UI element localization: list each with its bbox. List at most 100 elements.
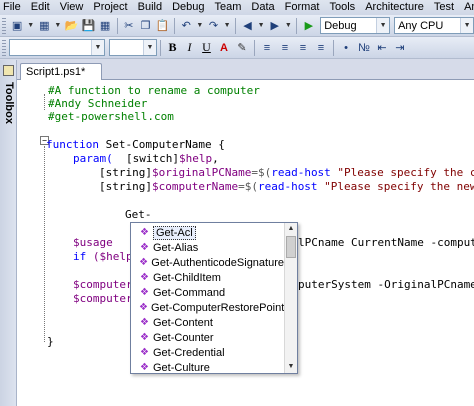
- cmdlet-icon: ❖: [140, 362, 149, 373]
- completion-item-get-computerrestorepoint[interactable]: ❖ Get-ComputerRestorePoint: [131, 300, 284, 315]
- code-operator: =$(: [238, 180, 258, 193]
- save-icon[interactable]: 💾: [81, 18, 96, 34]
- code-string: "Please specify the new: [317, 180, 474, 193]
- bulleted-list-icon[interactable]: •: [338, 40, 354, 56]
- menu-data[interactable]: Data: [247, 0, 280, 15]
- code-line-16-var: $computer: [73, 292, 133, 305]
- menu-file[interactable]: File: [0, 0, 27, 15]
- completion-item-get-authenticodesignature[interactable]: ❖ Get-AuthenticodeSignature: [131, 255, 284, 270]
- decrease-indent-icon[interactable]: ⇤: [374, 40, 390, 56]
- paste-icon[interactable]: 📋: [155, 18, 170, 34]
- solution-platform-value: Any CPU: [398, 19, 444, 32]
- completion-item-get-alias[interactable]: ❖ Get-Alias: [131, 240, 284, 255]
- new-project-icon[interactable]: ▣: [10, 18, 25, 34]
- code-function-name: Set-ComputerName: [105, 138, 212, 151]
- code-line-17: }: [47, 335, 54, 348]
- completion-item-get-childitem[interactable]: ❖ Get-ChildItem: [131, 270, 284, 285]
- completion-item-get-counter[interactable]: ❖ Get-Counter: [131, 330, 284, 345]
- undo-icon[interactable]: ↶: [179, 18, 194, 34]
- completion-item-label: Get-Content: [153, 316, 213, 329]
- font-color-icon[interactable]: A: [216, 40, 232, 56]
- cut-icon[interactable]: ✂: [121, 18, 136, 34]
- code-line-1: #A function to rename a computer: [48, 84, 260, 97]
- chevron-down-icon[interactable]: ▼: [376, 18, 390, 33]
- code-variable: $originalPCName: [151, 166, 252, 179]
- code-string: "Please specify the cu: [330, 166, 474, 179]
- cmdlet-icon: ❖: [140, 227, 149, 238]
- menu-tools[interactable]: Tools: [326, 0, 362, 15]
- code-keyword: if: [73, 250, 87, 263]
- menu-edit[interactable]: Edit: [27, 0, 56, 15]
- undo-dropdown-icon[interactable]: ▼: [196, 18, 204, 34]
- underline-button[interactable]: U: [199, 40, 214, 56]
- font-name-combo[interactable]: ▼: [9, 39, 105, 56]
- completion-item-get-culture[interactable]: ❖ Get-Culture: [131, 360, 284, 374]
- popup-scrollbar[interactable]: ▲ ▼: [284, 223, 297, 373]
- highlight-color-icon[interactable]: ✎: [234, 40, 250, 56]
- outline-guide: [44, 146, 45, 342]
- align-left-icon[interactable]: ≡: [259, 40, 275, 56]
- intellisense-popup[interactable]: ❖ Get-Acl ❖ Get-Alias ❖ Get-AuthenticodeSig…: [130, 222, 298, 374]
- redo-icon[interactable]: ↷: [206, 18, 221, 34]
- navigate-back-dropdown-icon[interactable]: ▼: [257, 18, 265, 34]
- justify-icon[interactable]: ≡: [313, 40, 329, 56]
- toolbar-separator: [296, 17, 298, 34]
- add-item-dropdown-icon[interactable]: ▼: [54, 18, 62, 34]
- increase-indent-icon[interactable]: ⇥: [392, 40, 408, 56]
- toolbar-separator: [160, 39, 161, 56]
- italic-button[interactable]: I: [182, 40, 197, 56]
- toolbar-grip[interactable]: [2, 39, 6, 56]
- toolbar-grip[interactable]: [2, 17, 6, 34]
- menu-format[interactable]: Format: [281, 0, 326, 15]
- start-debugging-icon[interactable]: ▶: [301, 18, 316, 34]
- code-command: read-host: [271, 166, 331, 179]
- completion-item-get-credential[interactable]: ❖ Get-Credential: [131, 345, 284, 360]
- add-item-icon[interactable]: ▦: [37, 18, 52, 34]
- toolbar-separator: [235, 17, 237, 34]
- code-type: [string]: [99, 180, 152, 193]
- toolbar-separator: [173, 17, 175, 34]
- chevron-down-icon[interactable]: ▼: [460, 18, 474, 33]
- menu-architecture[interactable]: Architecture: [361, 0, 430, 15]
- toolbox-strip[interactable]: Toolbox: [0, 60, 17, 406]
- align-center-icon[interactable]: ≡: [277, 40, 293, 56]
- menu-build[interactable]: Build: [134, 0, 168, 15]
- solution-platform-combo[interactable]: Any CPU ▼: [394, 17, 474, 34]
- toolbar-separator: [333, 39, 334, 56]
- completion-item-label: Get-Counter: [153, 331, 214, 344]
- menu-analyze[interactable]: Analyze: [460, 0, 474, 15]
- completion-item-label: Get-ComputerRestorePoint: [150, 301, 285, 314]
- menu-debug[interactable]: Debug: [168, 0, 210, 15]
- save-all-icon[interactable]: ▦: [98, 18, 113, 34]
- menu-bar: File Edit View Project Build Debug Team …: [0, 0, 474, 15]
- solution-configuration-combo[interactable]: Debug ▼: [320, 17, 391, 34]
- redo-dropdown-icon[interactable]: ▼: [223, 18, 231, 34]
- numbered-list-icon[interactable]: №: [356, 40, 372, 56]
- completion-item-label: Get-ChildItem: [153, 271, 221, 284]
- completion-item-get-content[interactable]: ❖ Get-Content: [131, 315, 284, 330]
- menu-test[interactable]: Test: [430, 0, 460, 15]
- code-command: read-host: [257, 180, 318, 193]
- copy-icon[interactable]: ❐: [138, 18, 153, 34]
- scroll-down-icon[interactable]: ▼: [285, 361, 297, 373]
- menu-view[interactable]: View: [56, 0, 90, 15]
- menu-team[interactable]: Team: [211, 0, 248, 15]
- navigate-back-icon[interactable]: ◀: [240, 18, 255, 34]
- new-project-dropdown-icon[interactable]: ▼: [27, 18, 35, 34]
- open-file-icon[interactable]: 📂: [64, 18, 79, 34]
- bold-button[interactable]: B: [165, 40, 180, 56]
- navigate-forward-dropdown-icon[interactable]: ▼: [284, 18, 292, 34]
- scroll-up-icon[interactable]: ▲: [285, 223, 297, 235]
- completion-item-get-command[interactable]: ❖ Get-Command: [131, 285, 284, 300]
- completion-item-get-acl[interactable]: ❖ Get-Acl: [131, 225, 284, 240]
- chevron-down-icon[interactable]: ▼: [143, 40, 156, 55]
- font-size-combo[interactable]: ▼: [109, 39, 157, 56]
- navigate-forward-icon[interactable]: ▶: [267, 18, 282, 34]
- chevron-down-icon[interactable]: ▼: [91, 40, 104, 55]
- align-right-icon[interactable]: ≡: [295, 40, 311, 56]
- scroll-thumb[interactable]: [286, 236, 296, 258]
- cmdlet-icon: ❖: [140, 242, 149, 253]
- menu-project[interactable]: Project: [89, 0, 133, 15]
- tab-script1[interactable]: Script1.ps1*: [20, 63, 102, 81]
- code-text: {: [211, 138, 225, 151]
